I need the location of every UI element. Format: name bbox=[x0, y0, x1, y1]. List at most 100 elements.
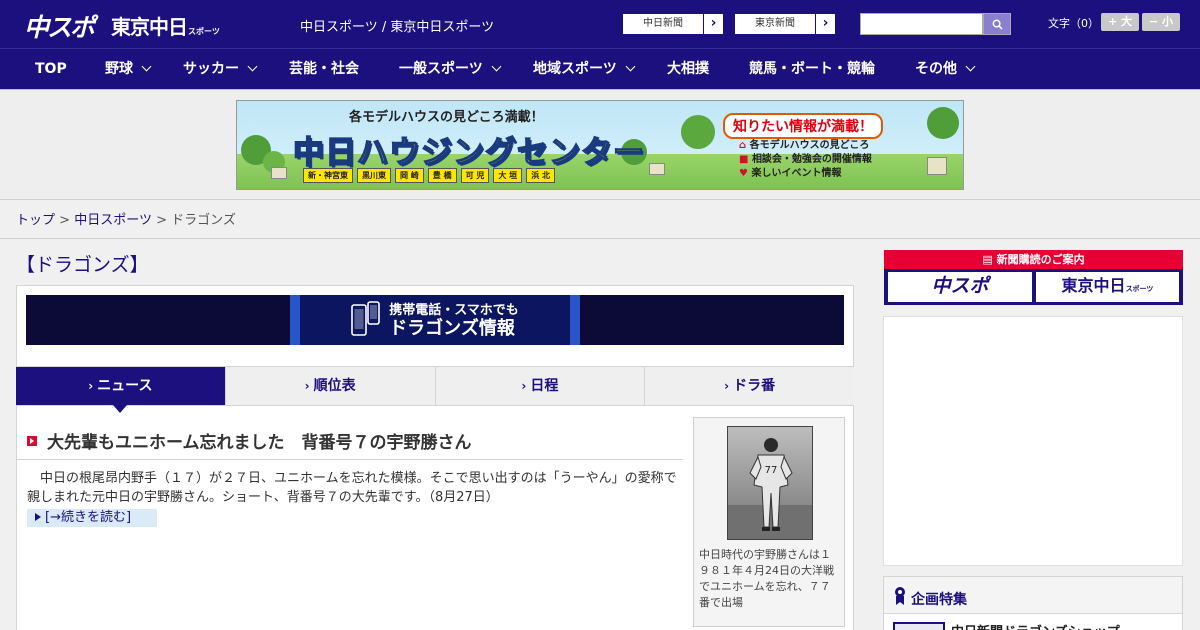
ad-main-line: 中日ハウジングセンター bbox=[292, 134, 645, 171]
play-marker-icon bbox=[27, 436, 37, 446]
nav-label: 野球 bbox=[105, 61, 133, 77]
ribbon-badge-icon bbox=[895, 587, 905, 605]
ad-right-item: ⌂ 各モデルハウスの見どころ bbox=[739, 139, 872, 153]
tab-doraban[interactable]: › ドラ番 bbox=[644, 367, 854, 405]
mobile-banner-line2: ドラゴンズ情報 bbox=[389, 318, 515, 339]
article-title[interactable]: 大先輩もユニホーム忘れました 背番号７の宇野勝さん bbox=[47, 428, 472, 453]
breadcrumb-home-link[interactable]: トップ bbox=[16, 213, 55, 228]
chunichi-shimbun-label: 中日新聞 bbox=[643, 18, 683, 29]
chevron-right-icon: › bbox=[703, 14, 723, 34]
ad-top-line: 各モデルハウスの見どころ満載！ bbox=[349, 110, 544, 125]
read-more-link[interactable]: [→続きを読む] bbox=[27, 509, 157, 527]
mobile-banner-text: 携帯電話・スマホでも ドラゴンズ情報 bbox=[389, 302, 519, 338]
chevron-down-icon bbox=[491, 61, 502, 72]
chevron-right-icon: › bbox=[304, 379, 310, 393]
tokyo-shimbun-button[interactable]: 東京新聞 › bbox=[734, 13, 836, 35]
ad-city: 浜 北 bbox=[526, 168, 555, 183]
article-photo-box: 77 中日時代の宇野勝さんは１９８１年４月24日の大洋戦でユニホームを忘れ、７７… bbox=[693, 417, 845, 627]
breadcrumb: トップ > 中日スポーツ > ドラゴンズ bbox=[16, 209, 236, 228]
subscription-header-text: 新聞購読のご案内 bbox=[996, 253, 1085, 266]
tokyo-shimbun-label: 東京新聞 bbox=[755, 18, 795, 29]
ad-city: 可 児 bbox=[460, 168, 490, 183]
tokyo-logo-sub: スポーツ bbox=[188, 27, 220, 36]
tab-label: 日程 bbox=[530, 378, 559, 394]
article-header: 大先輩もユニホーム忘れました 背番号７の宇野勝さん bbox=[17, 416, 683, 460]
search-icon bbox=[992, 19, 1003, 30]
nav-item-top[interactable]: TOP bbox=[35, 49, 67, 90]
nav-item-other[interactable]: その他 bbox=[915, 49, 976, 90]
tab-label: ドラ番 bbox=[733, 378, 776, 394]
feature-title: 企画特集 bbox=[911, 592, 967, 608]
square-icon: ■ bbox=[739, 154, 749, 165]
search-button[interactable] bbox=[983, 13, 1011, 35]
tree-decoration bbox=[927, 107, 959, 139]
tab-schedule[interactable]: › 日程 bbox=[434, 367, 645, 405]
chevron-down-icon bbox=[965, 61, 976, 72]
triangle-right-icon bbox=[35, 513, 41, 521]
subscribe-tokyo-label: 東京中日 bbox=[1061, 278, 1126, 295]
housing-center-ad[interactable]: 各モデルハウスの見どころ満載！ 中日ハウジングセンター 新・神宮東 黒川東 岡 … bbox=[236, 100, 964, 190]
ad-city: 豊 橋 bbox=[427, 168, 457, 183]
ad-right-item-text: 相談会・勉強会の開催情報 bbox=[751, 154, 872, 165]
breadcrumb-section-link[interactable]: 中日スポーツ bbox=[74, 213, 152, 228]
nav-item-entertainment[interactable]: 芸能・社会 bbox=[289, 49, 359, 90]
player-photo-image: 77 bbox=[728, 438, 812, 539]
read-more-label: [→続きを読む] bbox=[45, 510, 132, 525]
search-input[interactable] bbox=[860, 13, 983, 35]
site-title: 中日スポーツ / 東京中日スポーツ bbox=[300, 20, 495, 35]
house-icon: ⌂ bbox=[739, 140, 747, 151]
newspaper-icon: ▤ bbox=[982, 253, 993, 266]
mobile-info-banner[interactable]: 携帯電話・スマホでも ドラゴンズ情報 bbox=[26, 295, 844, 345]
subscribe-tokyo-sub: スポーツ bbox=[1125, 286, 1154, 293]
house-decoration bbox=[927, 157, 947, 175]
font-larger-button[interactable]: + 大 bbox=[1101, 13, 1139, 31]
chevron-down-icon bbox=[247, 61, 258, 72]
article-photo[interactable]: 77 bbox=[727, 426, 813, 540]
ad-right-title: 知りたい情報が満載！ bbox=[723, 113, 883, 139]
main-nav: TOP 野球 サッカー 芸能・社会 一般スポーツ 地域スポーツ 大相撲 競馬・ボ… bbox=[0, 48, 1200, 90]
breadcrumb-separator: > bbox=[156, 213, 167, 228]
ad-city: 黒川東 bbox=[357, 168, 391, 183]
tab-standings[interactable]: › 順位表 bbox=[224, 367, 435, 405]
nav-item-racing[interactable]: 競馬・ボート・競輪 bbox=[749, 49, 875, 90]
page-title: 【ドラゴンズ】 bbox=[16, 254, 149, 276]
main-panel: 携帯電話・スマホでも ドラゴンズ情報 › ニュース › 順位表 › 日程 › ドラ番 大… bbox=[16, 285, 854, 630]
chevron-down-icon bbox=[141, 61, 152, 72]
nav-label: 競馬・ボート・競輪 bbox=[749, 61, 875, 77]
feature-item-link[interactable]: 中日新聞ドラゴンズショップ bbox=[951, 621, 1120, 630]
nav-label: 地域スポーツ bbox=[533, 61, 617, 77]
nav-label: TOP bbox=[35, 61, 67, 77]
nav-item-general-sports[interactable]: 一般スポーツ bbox=[399, 49, 502, 90]
nav-item-sumo[interactable]: 大相撲 bbox=[667, 49, 709, 90]
nav-label: 一般スポーツ bbox=[399, 61, 483, 77]
ad-right-item-text: 各モデルハウスの見どころ bbox=[749, 140, 870, 151]
nav-label: サッカー bbox=[183, 61, 239, 77]
tokyo-chunichi-logo[interactable]: 東京中日スポーツ bbox=[111, 11, 220, 40]
smartphone-icon bbox=[351, 301, 380, 336]
ad-city-list: 新・神宮東 黒川東 岡 崎 豊 橋 可 児 大 垣 浜 北 bbox=[303, 168, 555, 183]
nav-item-baseball[interactable]: 野球 bbox=[105, 49, 152, 90]
content-tabs: › ニュース › 順位表 › 日程 › ドラ番 bbox=[16, 366, 854, 413]
ad-city: 岡 崎 bbox=[395, 168, 424, 183]
tab-news[interactable]: › ニュース bbox=[16, 367, 225, 413]
chunichi-shimbun-button[interactable]: 中日新聞 › bbox=[622, 13, 724, 35]
banner-strip: 各モデルハウスの見どころ満載！ 中日ハウジングセンター 新・神宮東 黒川東 岡 … bbox=[0, 90, 1200, 200]
font-smaller-button[interactable]: − 小 bbox=[1142, 13, 1180, 31]
tab-label: 順位表 bbox=[313, 378, 356, 394]
photo-caption: 中日時代の宇野勝さんは１９８１年４月24日の大洋戦でユニホームを忘れ、７７番で出… bbox=[699, 548, 834, 609]
subscribe-chuspo-button[interactable]: 中スポ bbox=[888, 272, 1032, 302]
tab-label: ニュース bbox=[97, 378, 153, 394]
subscribe-tokyo-chunichi-button[interactable]: 東京中日スポーツ bbox=[1036, 272, 1179, 302]
ad-city: 大 垣 bbox=[493, 168, 523, 183]
house-decoration bbox=[271, 167, 287, 179]
nav-label: その他 bbox=[915, 61, 957, 77]
ad-right-list: ⌂ 各モデルハウスの見どころ ■ 相談会・勉強会の開催情報 ♥ 楽しいイベント情… bbox=[739, 139, 872, 181]
chuspo-logo[interactable]: 中スポ bbox=[24, 8, 95, 44]
nav-item-soccer[interactable]: サッカー bbox=[183, 49, 258, 90]
nav-item-local-sports[interactable]: 地域スポーツ bbox=[533, 49, 636, 90]
divider bbox=[0, 238, 1200, 239]
feature-thumbnail[interactable] bbox=[893, 622, 945, 630]
top-header: 中スポ 東京中日スポーツ 中日スポーツ / 東京中日スポーツ 中日新聞 › 東京… bbox=[0, 0, 1200, 48]
feature-header: 企画特集 bbox=[884, 577, 1182, 614]
chevron-down-icon bbox=[625, 61, 636, 72]
